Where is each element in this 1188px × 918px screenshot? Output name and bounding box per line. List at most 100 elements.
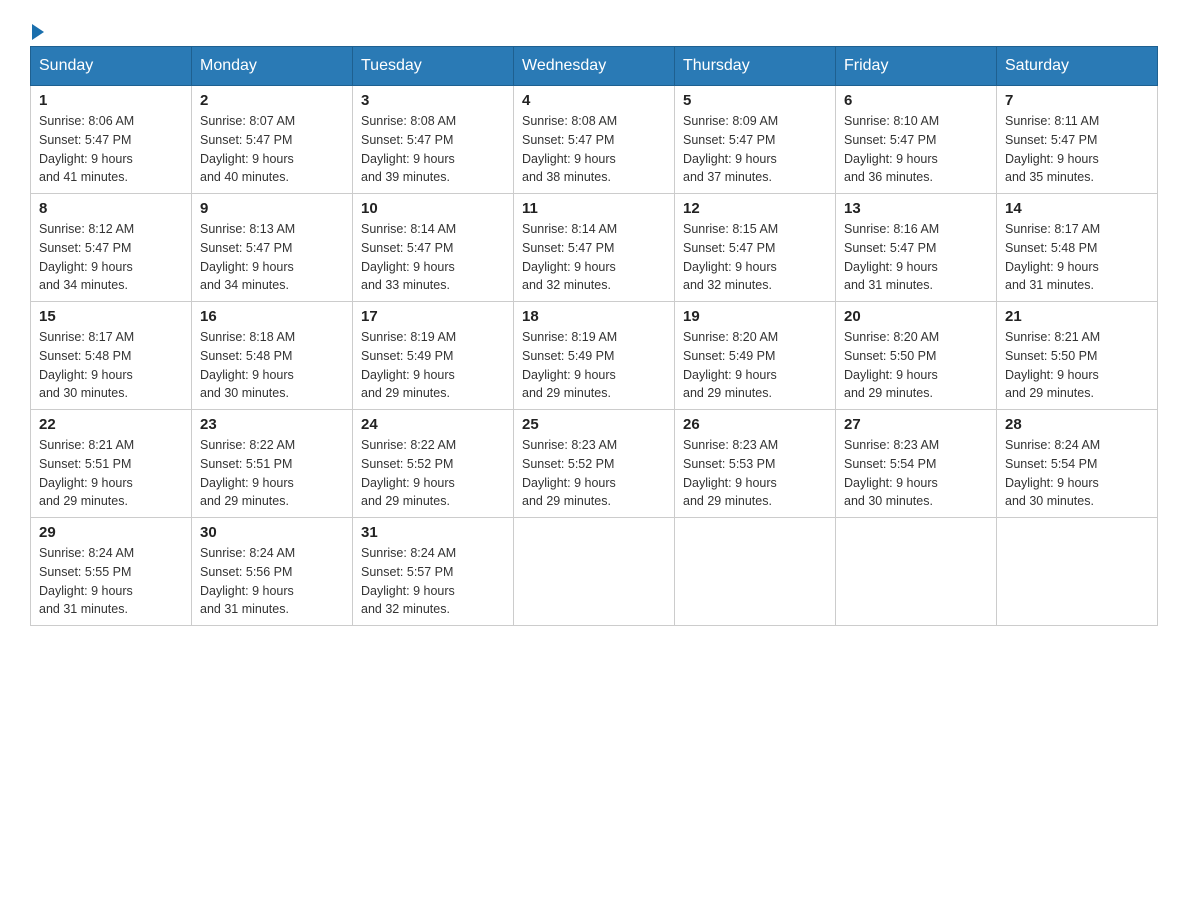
day-info: Sunrise: 8:22 AM Sunset: 5:52 PM Dayligh…	[361, 436, 505, 511]
calendar-day: 3 Sunrise: 8:08 AM Sunset: 5:47 PM Dayli…	[353, 86, 514, 194]
day-info: Sunrise: 8:09 AM Sunset: 5:47 PM Dayligh…	[683, 112, 827, 187]
calendar-day: 14 Sunrise: 8:17 AM Sunset: 5:48 PM Dayl…	[997, 194, 1158, 302]
calendar-day: 20 Sunrise: 8:20 AM Sunset: 5:50 PM Dayl…	[836, 302, 997, 410]
day-info: Sunrise: 8:08 AM Sunset: 5:47 PM Dayligh…	[361, 112, 505, 187]
calendar-day: 21 Sunrise: 8:21 AM Sunset: 5:50 PM Dayl…	[997, 302, 1158, 410]
day-info: Sunrise: 8:16 AM Sunset: 5:47 PM Dayligh…	[844, 220, 988, 295]
logo	[30, 20, 44, 36]
calendar-week-5: 29 Sunrise: 8:24 AM Sunset: 5:55 PM Dayl…	[31, 518, 1158, 626]
weekday-header-tuesday: Tuesday	[353, 47, 514, 86]
day-info: Sunrise: 8:11 AM Sunset: 5:47 PM Dayligh…	[1005, 112, 1149, 187]
weekday-header-monday: Monday	[192, 47, 353, 86]
calendar-day: 27 Sunrise: 8:23 AM Sunset: 5:54 PM Dayl…	[836, 410, 997, 518]
day-number: 9	[200, 200, 344, 217]
day-info: Sunrise: 8:06 AM Sunset: 5:47 PM Dayligh…	[39, 112, 183, 187]
calendar-day: 24 Sunrise: 8:22 AM Sunset: 5:52 PM Dayl…	[353, 410, 514, 518]
weekday-header-row: SundayMondayTuesdayWednesdayThursdayFrid…	[31, 47, 1158, 86]
day-info: Sunrise: 8:18 AM Sunset: 5:48 PM Dayligh…	[200, 328, 344, 403]
calendar-day: 5 Sunrise: 8:09 AM Sunset: 5:47 PM Dayli…	[675, 86, 836, 194]
weekday-header-thursday: Thursday	[675, 47, 836, 86]
calendar-day: 29 Sunrise: 8:24 AM Sunset: 5:55 PM Dayl…	[31, 518, 192, 626]
day-number: 10	[361, 200, 505, 217]
calendar-day: 10 Sunrise: 8:14 AM Sunset: 5:47 PM Dayl…	[353, 194, 514, 302]
day-info: Sunrise: 8:20 AM Sunset: 5:49 PM Dayligh…	[683, 328, 827, 403]
calendar-day: 31 Sunrise: 8:24 AM Sunset: 5:57 PM Dayl…	[353, 518, 514, 626]
calendar-day: 6 Sunrise: 8:10 AM Sunset: 5:47 PM Dayli…	[836, 86, 997, 194]
day-number: 17	[361, 308, 505, 325]
page-header	[30, 20, 1158, 36]
day-number: 22	[39, 416, 183, 433]
calendar-day	[836, 518, 997, 626]
day-info: Sunrise: 8:14 AM Sunset: 5:47 PM Dayligh…	[522, 220, 666, 295]
day-number: 24	[361, 416, 505, 433]
calendar-day: 4 Sunrise: 8:08 AM Sunset: 5:47 PM Dayli…	[514, 86, 675, 194]
day-info: Sunrise: 8:24 AM Sunset: 5:54 PM Dayligh…	[1005, 436, 1149, 511]
weekday-header-sunday: Sunday	[31, 47, 192, 86]
day-number: 27	[844, 416, 988, 433]
calendar-week-3: 15 Sunrise: 8:17 AM Sunset: 5:48 PM Dayl…	[31, 302, 1158, 410]
day-number: 30	[200, 524, 344, 541]
day-info: Sunrise: 8:13 AM Sunset: 5:47 PM Dayligh…	[200, 220, 344, 295]
calendar-day: 7 Sunrise: 8:11 AM Sunset: 5:47 PM Dayli…	[997, 86, 1158, 194]
calendar-week-1: 1 Sunrise: 8:06 AM Sunset: 5:47 PM Dayli…	[31, 86, 1158, 194]
day-number: 1	[39, 92, 183, 109]
weekday-header-saturday: Saturday	[997, 47, 1158, 86]
day-number: 3	[361, 92, 505, 109]
calendar-day: 19 Sunrise: 8:20 AM Sunset: 5:49 PM Dayl…	[675, 302, 836, 410]
day-info: Sunrise: 8:10 AM Sunset: 5:47 PM Dayligh…	[844, 112, 988, 187]
calendar-day: 12 Sunrise: 8:15 AM Sunset: 5:47 PM Dayl…	[675, 194, 836, 302]
day-number: 7	[1005, 92, 1149, 109]
calendar-day: 16 Sunrise: 8:18 AM Sunset: 5:48 PM Dayl…	[192, 302, 353, 410]
calendar-day: 9 Sunrise: 8:13 AM Sunset: 5:47 PM Dayli…	[192, 194, 353, 302]
calendar-table: SundayMondayTuesdayWednesdayThursdayFrid…	[30, 46, 1158, 626]
logo-arrow-icon	[32, 24, 44, 40]
calendar-day: 30 Sunrise: 8:24 AM Sunset: 5:56 PM Dayl…	[192, 518, 353, 626]
calendar-week-4: 22 Sunrise: 8:21 AM Sunset: 5:51 PM Dayl…	[31, 410, 1158, 518]
day-info: Sunrise: 8:22 AM Sunset: 5:51 PM Dayligh…	[200, 436, 344, 511]
day-number: 16	[200, 308, 344, 325]
day-number: 15	[39, 308, 183, 325]
day-info: Sunrise: 8:15 AM Sunset: 5:47 PM Dayligh…	[683, 220, 827, 295]
calendar-day: 8 Sunrise: 8:12 AM Sunset: 5:47 PM Dayli…	[31, 194, 192, 302]
calendar-day: 25 Sunrise: 8:23 AM Sunset: 5:52 PM Dayl…	[514, 410, 675, 518]
day-number: 26	[683, 416, 827, 433]
calendar-day: 11 Sunrise: 8:14 AM Sunset: 5:47 PM Dayl…	[514, 194, 675, 302]
day-number: 14	[1005, 200, 1149, 217]
day-info: Sunrise: 8:23 AM Sunset: 5:54 PM Dayligh…	[844, 436, 988, 511]
day-info: Sunrise: 8:19 AM Sunset: 5:49 PM Dayligh…	[361, 328, 505, 403]
day-number: 25	[522, 416, 666, 433]
calendar-day	[675, 518, 836, 626]
calendar-week-2: 8 Sunrise: 8:12 AM Sunset: 5:47 PM Dayli…	[31, 194, 1158, 302]
day-info: Sunrise: 8:24 AM Sunset: 5:55 PM Dayligh…	[39, 544, 183, 619]
calendar-day: 13 Sunrise: 8:16 AM Sunset: 5:47 PM Dayl…	[836, 194, 997, 302]
day-number: 21	[1005, 308, 1149, 325]
weekday-header-wednesday: Wednesday	[514, 47, 675, 86]
day-info: Sunrise: 8:23 AM Sunset: 5:52 PM Dayligh…	[522, 436, 666, 511]
calendar-day: 2 Sunrise: 8:07 AM Sunset: 5:47 PM Dayli…	[192, 86, 353, 194]
day-info: Sunrise: 8:21 AM Sunset: 5:51 PM Dayligh…	[39, 436, 183, 511]
day-info: Sunrise: 8:14 AM Sunset: 5:47 PM Dayligh…	[361, 220, 505, 295]
calendar-day: 1 Sunrise: 8:06 AM Sunset: 5:47 PM Dayli…	[31, 86, 192, 194]
day-number: 18	[522, 308, 666, 325]
day-number: 19	[683, 308, 827, 325]
calendar-day: 28 Sunrise: 8:24 AM Sunset: 5:54 PM Dayl…	[997, 410, 1158, 518]
day-number: 11	[522, 200, 666, 217]
calendar-day: 26 Sunrise: 8:23 AM Sunset: 5:53 PM Dayl…	[675, 410, 836, 518]
day-info: Sunrise: 8:24 AM Sunset: 5:57 PM Dayligh…	[361, 544, 505, 619]
day-number: 12	[683, 200, 827, 217]
day-number: 13	[844, 200, 988, 217]
day-info: Sunrise: 8:07 AM Sunset: 5:47 PM Dayligh…	[200, 112, 344, 187]
day-number: 5	[683, 92, 827, 109]
day-info: Sunrise: 8:08 AM Sunset: 5:47 PM Dayligh…	[522, 112, 666, 187]
day-number: 23	[200, 416, 344, 433]
day-number: 31	[361, 524, 505, 541]
day-info: Sunrise: 8:12 AM Sunset: 5:47 PM Dayligh…	[39, 220, 183, 295]
day-number: 4	[522, 92, 666, 109]
calendar-day	[514, 518, 675, 626]
calendar-day: 18 Sunrise: 8:19 AM Sunset: 5:49 PM Dayl…	[514, 302, 675, 410]
calendar-day: 23 Sunrise: 8:22 AM Sunset: 5:51 PM Dayl…	[192, 410, 353, 518]
day-number: 28	[1005, 416, 1149, 433]
calendar-day	[997, 518, 1158, 626]
day-info: Sunrise: 8:24 AM Sunset: 5:56 PM Dayligh…	[200, 544, 344, 619]
day-info: Sunrise: 8:17 AM Sunset: 5:48 PM Dayligh…	[39, 328, 183, 403]
